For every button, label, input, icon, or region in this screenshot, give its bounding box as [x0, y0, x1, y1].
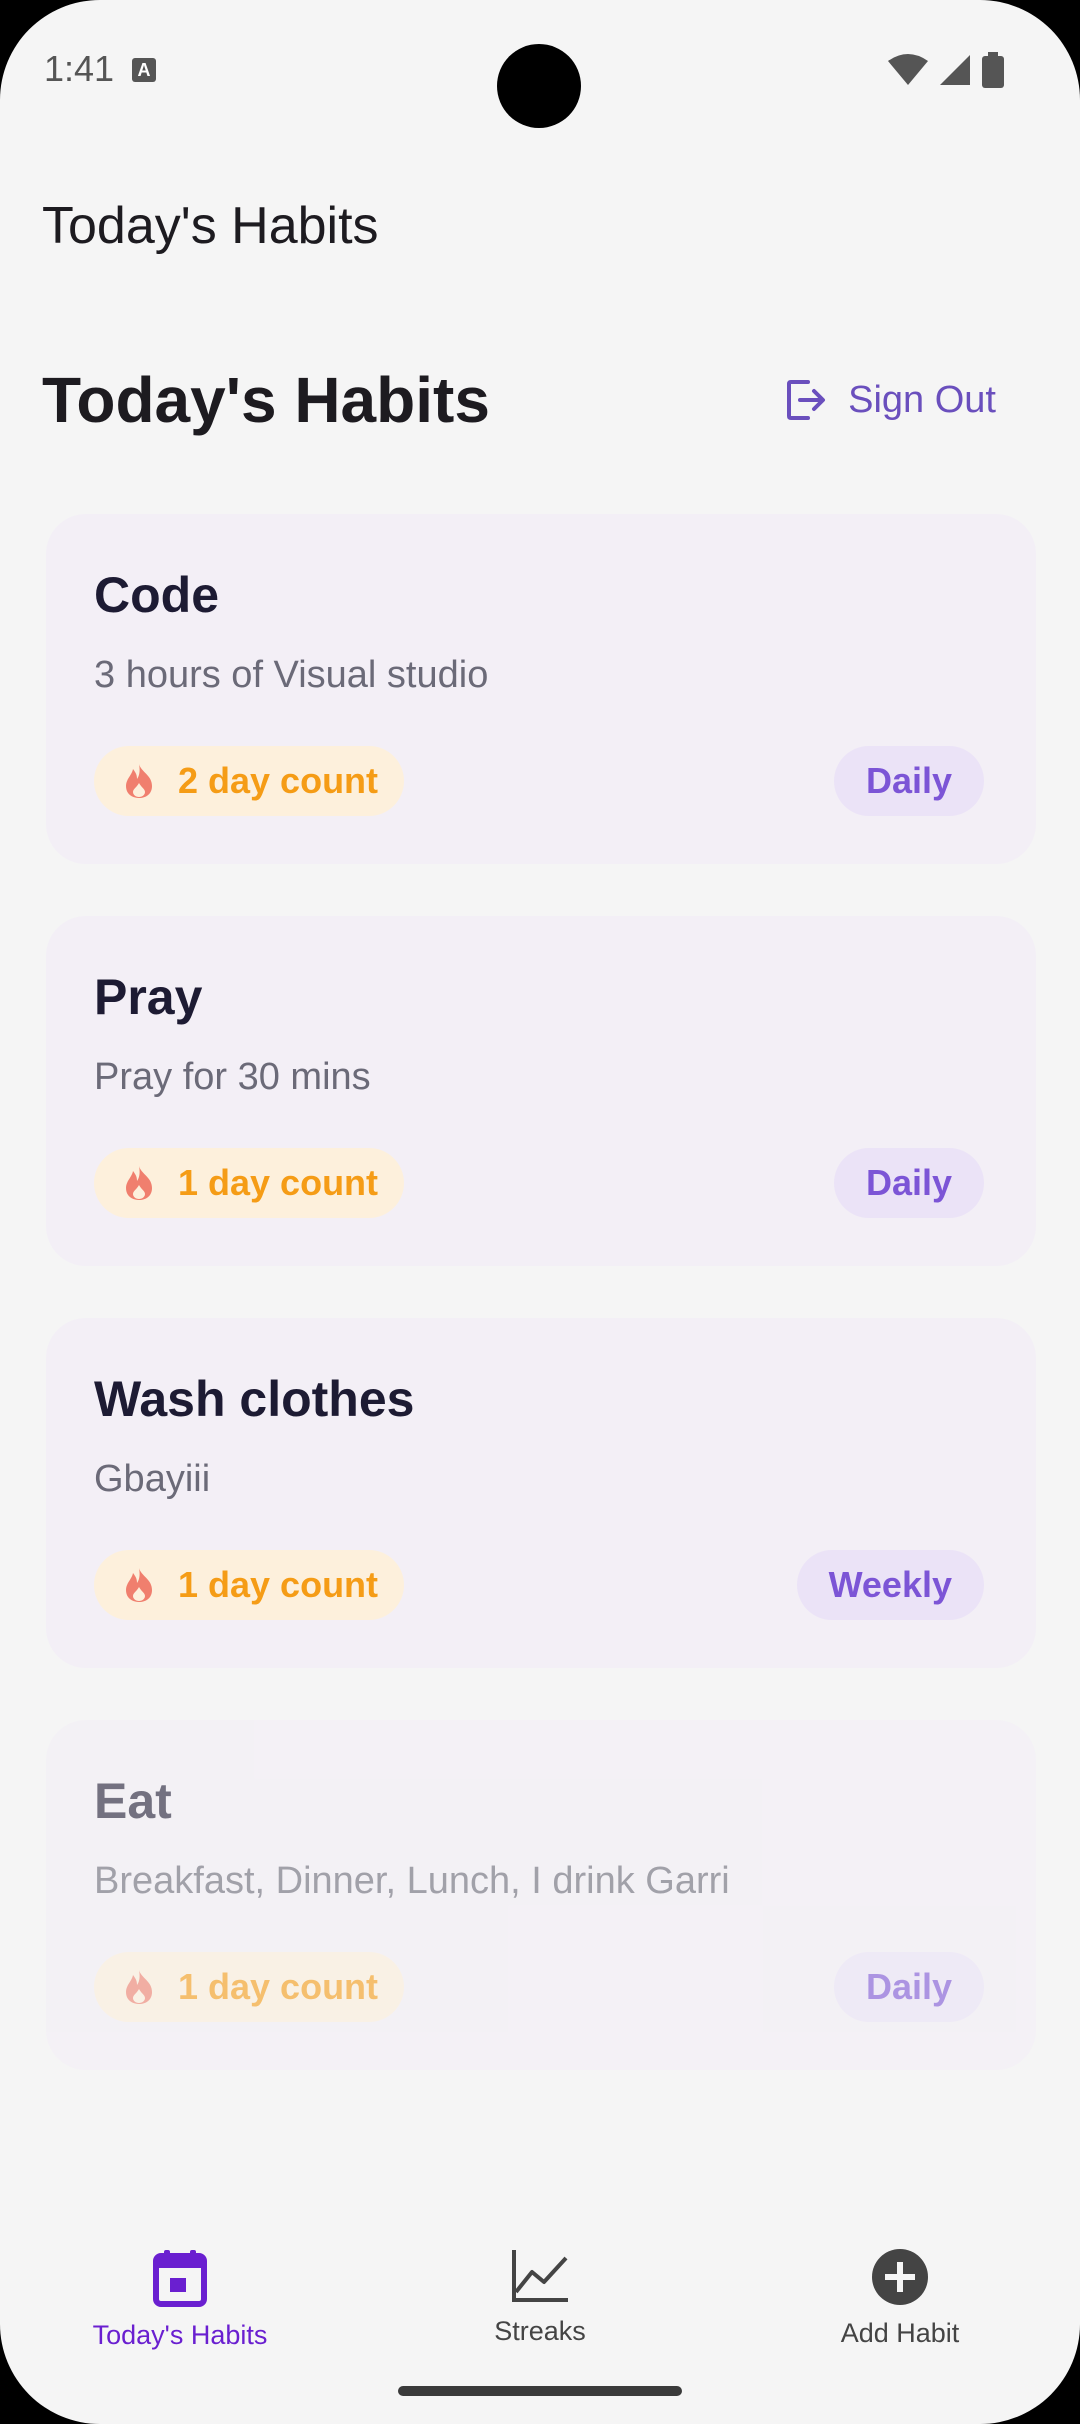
- habit-description: Gbayiii: [94, 1458, 211, 1500]
- habit-card-completed[interactable]: Eat Breakfast, Dinner, Lunch, I drink Ga…: [46, 1720, 1036, 2070]
- nav-label: Add Habit: [840, 2318, 960, 2348]
- streak-badge: 1 day count: [94, 1148, 405, 1218]
- frequency-badge: Daily: [833, 746, 984, 816]
- flame-icon: [126, 1568, 152, 1602]
- nav-label: Today's Habits: [92, 2320, 268, 2350]
- streak-badge: 2 day count: [94, 746, 405, 816]
- app-bar-title: Today's Habits: [42, 197, 379, 255]
- notification-icon: A: [132, 58, 156, 82]
- page-title: Today's Habits: [42, 364, 490, 436]
- habit-card[interactable]: Code 3 hours of Visual studio 2 day coun…: [46, 514, 1036, 864]
- system-icons: [888, 52, 1004, 88]
- habit-card[interactable]: Pray Pray for 30 mins 1 day count Daily: [46, 916, 1036, 1266]
- status-bar: 1:41 A: [0, 0, 1080, 140]
- flame-icon: [126, 1166, 152, 1200]
- habit-title: Wash clothes: [94, 1371, 415, 1427]
- streak-count: 1 day count: [178, 1564, 379, 1605]
- streak-count: 1 day count: [178, 1162, 379, 1203]
- frequency-label: Weekly: [828, 1564, 952, 1605]
- habit-title: Code: [94, 567, 219, 623]
- sign-out-button[interactable]: Sign Out: [756, 365, 1038, 436]
- battery-icon: [982, 52, 1004, 88]
- frequency-label: Daily: [865, 1966, 952, 2007]
- streak-badge: 1 day count: [94, 1550, 405, 1620]
- habit-title: Pray: [94, 969, 203, 1025]
- calendar-icon: [153, 2250, 207, 2307]
- nav-label: Streaks: [494, 2316, 586, 2346]
- app-screen: 1:41 A Today's Habits Today's Habits Sig…: [0, 0, 1080, 2424]
- page-header: Today's Habits Sign Out: [42, 360, 1038, 440]
- streak-badge: 1 day count: [94, 1952, 405, 2022]
- status-time: 1:41: [44, 48, 115, 89]
- add-circle-icon: [872, 2249, 928, 2305]
- flame-icon: [126, 1970, 152, 2004]
- chart-line-icon: [512, 2250, 568, 2302]
- habit-title: Eat: [94, 1773, 172, 1829]
- camera-cutout: [497, 44, 581, 128]
- streak-count: 1 day count: [178, 1966, 379, 2007]
- frequency-label: Daily: [865, 760, 952, 801]
- frequency-badge: Weekly: [796, 1550, 984, 1620]
- flame-icon: [126, 764, 152, 798]
- nav-add-habit[interactable]: Add Habit: [760, 2220, 1040, 2424]
- frequency-label: Daily: [865, 1162, 952, 1203]
- frequency-badge: Daily: [833, 1952, 984, 2022]
- wifi-icon: [888, 54, 928, 85]
- habit-description: Breakfast, Dinner, Lunch, I drink Garri: [94, 1860, 730, 1902]
- logout-icon: [787, 380, 826, 420]
- nav-today-habits[interactable]: Today's Habits: [40, 2220, 320, 2424]
- cellular-signal-icon: [940, 55, 970, 85]
- frequency-badge: Daily: [833, 1148, 984, 1218]
- habit-card[interactable]: Wash clothes Gbayiii 1 day count Weekly: [46, 1318, 1036, 1668]
- streak-count: 2 day count: [178, 760, 379, 801]
- habit-description: 3 hours of Visual studio: [94, 654, 489, 696]
- habit-description: Pray for 30 mins: [94, 1056, 371, 1098]
- gesture-handle[interactable]: [398, 2386, 682, 2396]
- sign-out-label: Sign Out: [848, 378, 996, 421]
